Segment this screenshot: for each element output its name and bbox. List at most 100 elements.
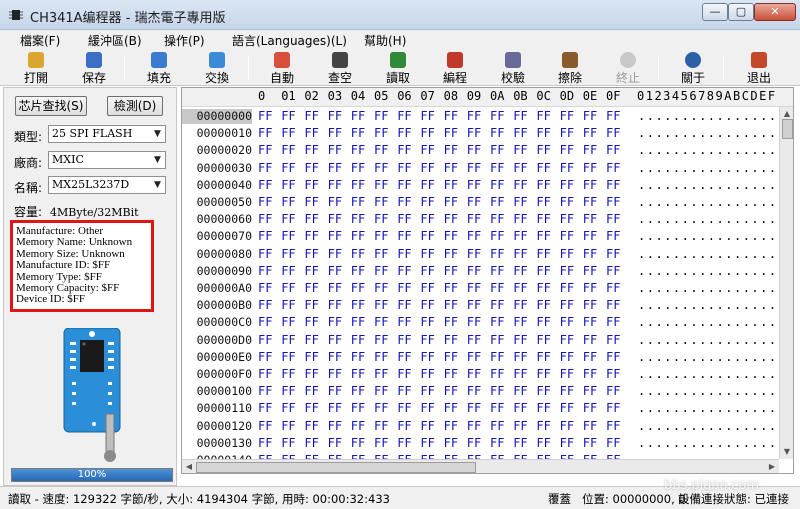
- hex-byte-cell[interactable]: FF: [467, 333, 481, 348]
- hex-byte-cell[interactable]: FF: [490, 264, 504, 279]
- hex-byte-cell[interactable]: FF: [397, 109, 411, 124]
- hex-byte-cell[interactable]: FF: [536, 212, 550, 227]
- hex-byte-cell[interactable]: FF: [490, 281, 504, 296]
- about-button[interactable]: 關于: [673, 50, 713, 86]
- chip-name-select[interactable]: MX25L3237D ▼: [48, 176, 166, 194]
- hex-row-address[interactable]: 00000020: [182, 143, 252, 158]
- hex-byte-cell[interactable]: FF: [328, 401, 342, 416]
- hex-byte-cell[interactable]: FF: [397, 126, 411, 141]
- hex-byte-cell[interactable]: FF: [490, 333, 504, 348]
- hex-byte-cell[interactable]: FF: [304, 419, 318, 434]
- stop-button[interactable]: 終止: [608, 50, 648, 86]
- hex-byte-cell[interactable]: FF: [606, 229, 620, 244]
- hex-byte-cell[interactable]: FF: [281, 333, 295, 348]
- hex-byte-cell[interactable]: FF: [258, 143, 272, 158]
- hex-byte-cell[interactable]: FF: [304, 178, 318, 193]
- hex-byte-cell[interactable]: FF: [420, 350, 434, 365]
- hex-ascii-cell[interactable]: ................: [638, 143, 778, 158]
- hex-byte-cell[interactable]: FF: [328, 264, 342, 279]
- hex-byte-cell[interactable]: FF: [281, 298, 295, 313]
- hex-byte-cell[interactable]: FF: [444, 126, 458, 141]
- hex-byte-cell[interactable]: FF: [490, 161, 504, 176]
- hex-byte-cell[interactable]: FF: [536, 281, 550, 296]
- hex-byte-cell[interactable]: FF: [583, 367, 597, 382]
- hex-row-address[interactable]: 00000050: [182, 195, 252, 210]
- hex-byte-cell[interactable]: FF: [467, 419, 481, 434]
- hex-byte-cell[interactable]: FF: [467, 315, 481, 330]
- hex-byte-cell[interactable]: FF: [304, 247, 318, 262]
- hex-byte-cell[interactable]: FF: [420, 229, 434, 244]
- hex-byte-cell[interactable]: FF: [258, 350, 272, 365]
- hex-byte-cell[interactable]: FF: [467, 281, 481, 296]
- hex-ascii-cell[interactable]: ................: [638, 384, 778, 399]
- hex-byte-cell[interactable]: FF: [420, 264, 434, 279]
- hex-byte-cell[interactable]: FF: [490, 401, 504, 416]
- scroll-down-icon[interactable]: ▼: [780, 445, 793, 459]
- hex-byte-cell[interactable]: FF: [536, 229, 550, 244]
- hex-byte-cell[interactable]: FF: [583, 350, 597, 365]
- hex-byte-cell[interactable]: FF: [606, 298, 620, 313]
- hex-byte-cell[interactable]: FF: [490, 367, 504, 382]
- hex-byte-cell[interactable]: FF: [351, 384, 365, 399]
- hex-byte-cell[interactable]: FF: [328, 212, 342, 227]
- hex-byte-cell[interactable]: FF: [467, 350, 481, 365]
- hex-byte-cell[interactable]: FF: [420, 126, 434, 141]
- hex-byte-cell[interactable]: FF: [583, 436, 597, 451]
- hex-ascii-cell[interactable]: ................: [638, 436, 778, 451]
- hex-byte-cell[interactable]: FF: [513, 178, 527, 193]
- hex-ascii-cell[interactable]: ................: [638, 298, 778, 313]
- hex-byte-cell[interactable]: FF: [328, 247, 342, 262]
- hex-byte-cell[interactable]: FF: [351, 178, 365, 193]
- hex-byte-cell[interactable]: FF: [560, 384, 574, 399]
- hex-byte-cell[interactable]: FF: [606, 384, 620, 399]
- hex-byte-cell[interactable]: FF: [490, 143, 504, 158]
- hex-byte-cell[interactable]: FF: [467, 229, 481, 244]
- hex-byte-cell[interactable]: FF: [560, 281, 574, 296]
- auto-button[interactable]: 自動: [262, 50, 302, 86]
- hex-byte-cell[interactable]: FF: [513, 367, 527, 382]
- hex-row-address[interactable]: 00000040: [182, 178, 252, 193]
- hex-byte-cell[interactable]: FF: [513, 281, 527, 296]
- hex-byte-cell[interactable]: FF: [374, 109, 388, 124]
- hex-byte-cell[interactable]: FF: [281, 178, 295, 193]
- hex-byte-cell[interactable]: FF: [304, 333, 318, 348]
- hex-byte-cell[interactable]: FF: [258, 384, 272, 399]
- hex-byte-cell[interactable]: FF: [444, 195, 458, 210]
- hex-byte-cell[interactable]: FF: [420, 315, 434, 330]
- hex-byte-cell[interactable]: FF: [606, 315, 620, 330]
- hex-byte-cell[interactable]: FF: [304, 161, 318, 176]
- hex-byte-cell[interactable]: FF: [560, 350, 574, 365]
- hex-byte-cell[interactable]: FF: [513, 161, 527, 176]
- hex-byte-cell[interactable]: FF: [281, 419, 295, 434]
- hex-byte-cell[interactable]: FF: [467, 247, 481, 262]
- hex-byte-cell[interactable]: FF: [606, 143, 620, 158]
- hex-byte-cell[interactable]: FF: [490, 247, 504, 262]
- hex-byte-cell[interactable]: FF: [374, 178, 388, 193]
- hex-byte-cell[interactable]: FF: [397, 419, 411, 434]
- hex-byte-cell[interactable]: FF: [536, 436, 550, 451]
- hex-byte-cell[interactable]: FF: [467, 126, 481, 141]
- hex-byte-cell[interactable]: FF: [513, 126, 527, 141]
- hex-byte-cell[interactable]: FF: [281, 229, 295, 244]
- hex-byte-cell[interactable]: FF: [304, 298, 318, 313]
- hex-ascii-cell[interactable]: ................: [638, 333, 778, 348]
- hex-byte-cell[interactable]: FF: [328, 281, 342, 296]
- hex-byte-cell[interactable]: FF: [304, 229, 318, 244]
- hex-ascii-cell[interactable]: ................: [638, 401, 778, 416]
- hex-byte-cell[interactable]: FF: [583, 161, 597, 176]
- hex-row-address[interactable]: 00000120: [182, 419, 252, 434]
- type-select[interactable]: 25 SPI FLASH ▼: [48, 125, 166, 143]
- hex-ascii-cell[interactable]: ................: [638, 109, 778, 124]
- hex-byte-cell[interactable]: FF: [467, 401, 481, 416]
- hex-byte-cell[interactable]: FF: [606, 161, 620, 176]
- hex-byte-cell[interactable]: FF: [258, 161, 272, 176]
- hex-row-address[interactable]: 00000080: [182, 247, 252, 262]
- hex-ascii-cell[interactable]: ................: [638, 161, 778, 176]
- maximize-button[interactable]: ▢: [728, 3, 754, 21]
- hex-row-address[interactable]: 00000130: [182, 436, 252, 451]
- hex-row-address[interactable]: 00000060: [182, 212, 252, 227]
- hex-byte-cell[interactable]: FF: [444, 436, 458, 451]
- hex-byte-cell[interactable]: FF: [420, 384, 434, 399]
- hex-byte-cell[interactable]: FF: [374, 264, 388, 279]
- hex-byte-cell[interactable]: FF: [304, 195, 318, 210]
